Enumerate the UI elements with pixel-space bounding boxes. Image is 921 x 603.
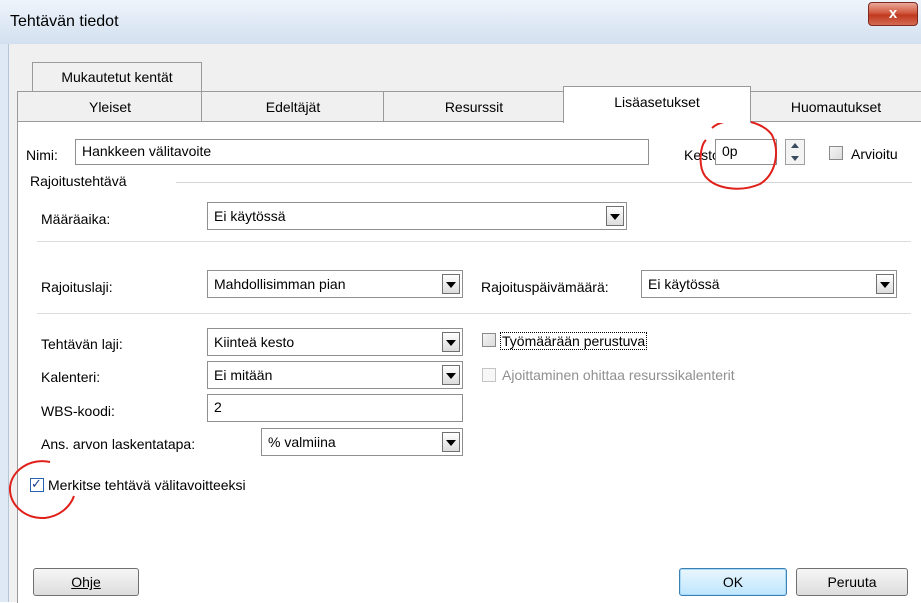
estimated-label: Arvioitu bbox=[851, 146, 898, 162]
milestone-label: Merkitse tehtävä välitavoitteeksi bbox=[48, 477, 246, 493]
chevron-down-icon[interactable] bbox=[876, 274, 894, 294]
ok-button[interactable]: OK bbox=[679, 568, 787, 596]
name-input[interactable]: Hankkeen välitavoite bbox=[75, 139, 649, 165]
constraint-type-label: Rajoituslaji: bbox=[41, 279, 113, 295]
tab-custom-fields[interactable]: Mukautetut kentät bbox=[32, 62, 202, 91]
spin-up-icon[interactable] bbox=[786, 140, 804, 152]
deadline-select[interactable]: Ei käytössä bbox=[207, 202, 627, 230]
tab-label: Lisäasetukset bbox=[614, 94, 700, 110]
effort-driven-label: Työmäärään perustuva bbox=[500, 332, 648, 350]
help-button[interactable]: Ohje bbox=[33, 568, 139, 596]
duration-spinner[interactable] bbox=[785, 139, 805, 165]
section-divider bbox=[37, 313, 911, 314]
cancel-button-label: Peruuta bbox=[827, 574, 877, 590]
ev-method-select[interactable]: % valmiina bbox=[261, 428, 463, 456]
tab-notes[interactable]: Huomautukset bbox=[749, 91, 921, 122]
cancel-button[interactable]: Peruuta bbox=[796, 568, 908, 596]
milestone-checkbox[interactable] bbox=[30, 476, 44, 492]
effort-driven-checkbox[interactable] bbox=[482, 333, 496, 347]
title-bar: Tehtävän tiedot x bbox=[0, 0, 921, 45]
chevron-down-icon[interactable] bbox=[442, 432, 460, 452]
chevron-down-icon[interactable] bbox=[442, 332, 460, 352]
deadline-label: Määräaika: bbox=[41, 211, 111, 227]
ok-button-label: OK bbox=[722, 574, 744, 590]
calendar-value: Ei mitään bbox=[214, 367, 273, 383]
estimated-checkbox[interactable] bbox=[829, 146, 843, 160]
window-title: Tehtävän tiedot bbox=[10, 13, 119, 30]
duration-input[interactable]: 0p bbox=[715, 139, 777, 165]
chevron-down-icon[interactable] bbox=[606, 206, 624, 226]
task-type-select[interactable]: Kiinteä kesto bbox=[207, 328, 463, 356]
task-type-label: Tehtävän laji: bbox=[41, 336, 123, 352]
section-divider bbox=[37, 241, 911, 242]
window-left-border bbox=[0, 44, 9, 602]
tab-label: Yleiset bbox=[88, 99, 132, 115]
name-label: Nimi: bbox=[26, 147, 58, 163]
constraint-type-select[interactable]: Mahdollisimman pian bbox=[207, 270, 463, 298]
constraint-date-label: Rajoituspäivämäärä: bbox=[481, 279, 609, 295]
constraint-type-value: Mahdollisimman pian bbox=[214, 276, 346, 292]
tab-label: Resurssit bbox=[444, 99, 504, 115]
chevron-down-icon[interactable] bbox=[442, 274, 460, 294]
tab-advanced[interactable]: Lisäasetukset bbox=[563, 86, 751, 123]
constraint-group-label: Rajoitustehtävä bbox=[30, 173, 127, 189]
tab-general[interactable]: Yleiset bbox=[17, 91, 203, 122]
ignore-calendars-checkbox[interactable] bbox=[482, 368, 496, 382]
deadline-value: Ei käytössä bbox=[214, 208, 286, 224]
wbs-input[interactable]: 2 bbox=[207, 394, 463, 422]
wbs-label: WBS-koodi: bbox=[41, 403, 115, 419]
calendar-select[interactable]: Ei mitään bbox=[207, 361, 463, 389]
group-divider bbox=[176, 182, 912, 183]
tab-label: Mukautetut kentät bbox=[61, 69, 173, 85]
ev-method-value: % valmiina bbox=[268, 434, 336, 450]
ignore-calendars-label: Ajoittaminen ohittaa resurssikalenterit bbox=[502, 367, 735, 383]
tab-label: Edeltäjät bbox=[265, 99, 321, 115]
task-type-value: Kiinteä kesto bbox=[214, 334, 295, 350]
calendar-label: Kalenteri: bbox=[41, 369, 101, 385]
spin-down-icon[interactable] bbox=[786, 153, 804, 165]
chevron-down-icon[interactable] bbox=[442, 365, 460, 385]
help-button-label: Ohje bbox=[71, 574, 101, 590]
tab-label: Huomautukset bbox=[790, 99, 882, 115]
tab-predecessors[interactable]: Edeltäjät bbox=[201, 91, 385, 122]
constraint-date-value: Ei käytössä bbox=[648, 276, 720, 292]
ev-method-label: Ans. arvon laskentatapa: bbox=[41, 436, 196, 452]
constraint-date-select[interactable]: Ei käytössä bbox=[641, 270, 897, 298]
close-button[interactable]: x bbox=[868, 2, 918, 26]
tab-resources[interactable]: Resurssit bbox=[383, 91, 565, 122]
tab-panel bbox=[17, 121, 921, 603]
